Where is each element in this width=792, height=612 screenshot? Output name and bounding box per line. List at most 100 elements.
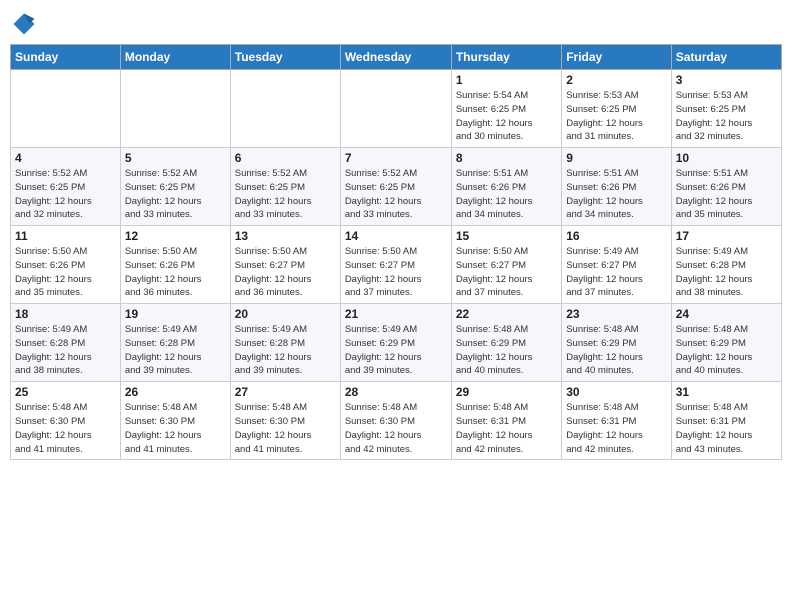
- calendar-week-row: 18 Sunrise: 5:49 AM Sunset: 6:28 PM Dayli…: [11, 304, 782, 382]
- day-number: 1: [456, 73, 557, 87]
- day-of-week-header: Wednesday: [340, 45, 451, 70]
- calendar-cell: 24 Sunrise: 5:48 AM Sunset: 6:29 PM Dayli…: [671, 304, 781, 382]
- calendar-cell: 18 Sunrise: 5:49 AM Sunset: 6:28 PM Dayli…: [11, 304, 121, 382]
- calendar-cell: 16 Sunrise: 5:49 AM Sunset: 6:27 PM Dayli…: [562, 226, 671, 304]
- day-info: Sunrise: 5:49 AM Sunset: 6:27 PM Dayligh…: [566, 245, 666, 300]
- day-number: 22: [456, 307, 557, 321]
- calendar-week-row: 1 Sunrise: 5:54 AM Sunset: 6:25 PM Daylig…: [11, 70, 782, 148]
- day-number: 25: [15, 385, 116, 399]
- day-number: 6: [235, 151, 336, 165]
- day-number: 26: [125, 385, 226, 399]
- calendar-header-row: SundayMondayTuesdayWednesdayThursdayFrid…: [11, 45, 782, 70]
- day-number: 9: [566, 151, 666, 165]
- day-number: 23: [566, 307, 666, 321]
- day-number: 8: [456, 151, 557, 165]
- day-info: Sunrise: 5:49 AM Sunset: 6:28 PM Dayligh…: [15, 323, 116, 378]
- calendar-week-row: 11Sunrise: 5:50 AM Sunset: 6:26 PM Dayli…: [11, 226, 782, 304]
- day-number: 24: [676, 307, 777, 321]
- calendar-cell: 1 Sunrise: 5:54 AM Sunset: 6:25 PM Daylig…: [451, 70, 561, 148]
- calendar-cell: 9 Sunrise: 5:51 AM Sunset: 6:26 PM Daylig…: [562, 148, 671, 226]
- calendar-cell: 8Sunrise: 5:51 AM Sunset: 6:26 PM Daylig…: [451, 148, 561, 226]
- day-info: Sunrise: 5:50 AM Sunset: 6:26 PM Dayligh…: [125, 245, 226, 300]
- day-number: 29: [456, 385, 557, 399]
- calendar-cell: 29Sunrise: 5:48 AM Sunset: 6:31 PM Dayli…: [451, 382, 561, 460]
- calendar-week-row: 4 Sunrise: 5:52 AM Sunset: 6:25 PM Daylig…: [11, 148, 782, 226]
- day-number: 12: [125, 229, 226, 243]
- logo-icon: [10, 10, 38, 38]
- day-info: Sunrise: 5:49 AM Sunset: 6:29 PM Dayligh…: [345, 323, 447, 378]
- day-info: Sunrise: 5:48 AM Sunset: 6:31 PM Dayligh…: [566, 401, 666, 456]
- calendar-cell: 3 Sunrise: 5:53 AM Sunset: 6:25 PM Daylig…: [671, 70, 781, 148]
- day-number: 10: [676, 151, 777, 165]
- calendar-cell: 28 Sunrise: 5:48 AM Sunset: 6:30 PM Dayli…: [340, 382, 451, 460]
- day-of-week-header: Monday: [120, 45, 230, 70]
- day-info: Sunrise: 5:48 AM Sunset: 6:29 PM Dayligh…: [456, 323, 557, 378]
- day-number: 7: [345, 151, 447, 165]
- calendar-cell: [11, 70, 121, 148]
- calendar-cell: 25Sunrise: 5:48 AM Sunset: 6:30 PM Dayli…: [11, 382, 121, 460]
- calendar-table: SundayMondayTuesdayWednesdayThursdayFrid…: [10, 44, 782, 460]
- day-number: 3: [676, 73, 777, 87]
- day-info: Sunrise: 5:49 AM Sunset: 6:28 PM Dayligh…: [676, 245, 777, 300]
- day-number: 16: [566, 229, 666, 243]
- calendar-cell: 5Sunrise: 5:52 AM Sunset: 6:25 PM Daylig…: [120, 148, 230, 226]
- day-info: Sunrise: 5:52 AM Sunset: 6:25 PM Dayligh…: [15, 167, 116, 222]
- day-number: 30: [566, 385, 666, 399]
- day-of-week-header: Thursday: [451, 45, 561, 70]
- day-number: 19: [125, 307, 226, 321]
- day-info: Sunrise: 5:48 AM Sunset: 6:30 PM Dayligh…: [125, 401, 226, 456]
- day-number: 31: [676, 385, 777, 399]
- day-of-week-header: Saturday: [671, 45, 781, 70]
- calendar-cell: 27 Sunrise: 5:48 AM Sunset: 6:30 PM Dayli…: [230, 382, 340, 460]
- calendar-cell: [120, 70, 230, 148]
- logo: [10, 10, 42, 38]
- day-info: Sunrise: 5:50 AM Sunset: 6:27 PM Dayligh…: [345, 245, 447, 300]
- day-number: 21: [345, 307, 447, 321]
- day-info: Sunrise: 5:50 AM Sunset: 6:27 PM Dayligh…: [235, 245, 336, 300]
- day-info: Sunrise: 5:48 AM Sunset: 6:29 PM Dayligh…: [676, 323, 777, 378]
- day-of-week-header: Sunday: [11, 45, 121, 70]
- calendar-cell: 11Sunrise: 5:50 AM Sunset: 6:26 PM Dayli…: [11, 226, 121, 304]
- calendar-cell: 14 Sunrise: 5:50 AM Sunset: 6:27 PM Dayli…: [340, 226, 451, 304]
- calendar-cell: 30 Sunrise: 5:48 AM Sunset: 6:31 PM Dayli…: [562, 382, 671, 460]
- day-number: 17: [676, 229, 777, 243]
- day-number: 18: [15, 307, 116, 321]
- calendar-cell: [340, 70, 451, 148]
- day-number: 15: [456, 229, 557, 243]
- calendar-cell: 23 Sunrise: 5:48 AM Sunset: 6:29 PM Dayli…: [562, 304, 671, 382]
- page-header: [10, 10, 782, 38]
- calendar-cell: 17 Sunrise: 5:49 AM Sunset: 6:28 PM Dayli…: [671, 226, 781, 304]
- day-number: 27: [235, 385, 336, 399]
- calendar-cell: 21 Sunrise: 5:49 AM Sunset: 6:29 PM Dayli…: [340, 304, 451, 382]
- day-info: Sunrise: 5:54 AM Sunset: 6:25 PM Dayligh…: [456, 89, 557, 144]
- day-of-week-header: Tuesday: [230, 45, 340, 70]
- calendar-cell: [230, 70, 340, 148]
- calendar-cell: 7 Sunrise: 5:52 AM Sunset: 6:25 PM Daylig…: [340, 148, 451, 226]
- day-info: Sunrise: 5:49 AM Sunset: 6:28 PM Dayligh…: [235, 323, 336, 378]
- day-info: Sunrise: 5:52 AM Sunset: 6:25 PM Dayligh…: [345, 167, 447, 222]
- calendar-cell: 19Sunrise: 5:49 AM Sunset: 6:28 PM Dayli…: [120, 304, 230, 382]
- day-info: Sunrise: 5:51 AM Sunset: 6:26 PM Dayligh…: [676, 167, 777, 222]
- day-info: Sunrise: 5:53 AM Sunset: 6:25 PM Dayligh…: [676, 89, 777, 144]
- calendar-cell: 26 Sunrise: 5:48 AM Sunset: 6:30 PM Dayli…: [120, 382, 230, 460]
- calendar-cell: 13 Sunrise: 5:50 AM Sunset: 6:27 PM Dayli…: [230, 226, 340, 304]
- day-number: 13: [235, 229, 336, 243]
- day-info: Sunrise: 5:52 AM Sunset: 6:25 PM Dayligh…: [125, 167, 226, 222]
- calendar-cell: 12 Sunrise: 5:50 AM Sunset: 6:26 PM Dayli…: [120, 226, 230, 304]
- day-info: Sunrise: 5:50 AM Sunset: 6:26 PM Dayligh…: [15, 245, 116, 300]
- day-info: Sunrise: 5:48 AM Sunset: 6:29 PM Dayligh…: [566, 323, 666, 378]
- calendar-week-row: 25 Sunrise: 5:48 AM Sunset: 6:30 PM Dayli…: [11, 382, 782, 460]
- day-info: Sunrise: 5:48 AM Sunset: 6:30 PM Dayligh…: [345, 401, 447, 456]
- calendar-cell: 6Sunrise: 5:52 AM Sunset: 6:25 PM Daylig…: [230, 148, 340, 226]
- day-number: 20: [235, 307, 336, 321]
- day-number: 28: [345, 385, 447, 399]
- day-number: 4: [15, 151, 116, 165]
- day-info: Sunrise: 5:48 AM Sunset: 6:30 PM Dayligh…: [235, 401, 336, 456]
- day-number: 2: [566, 73, 666, 87]
- calendar-cell: 22 Sunrise: 5:48 AM Sunset: 6:29 PM Dayli…: [451, 304, 561, 382]
- day-number: 14: [345, 229, 447, 243]
- day-info: Sunrise: 5:48 AM Sunset: 6:31 PM Dayligh…: [676, 401, 777, 456]
- calendar-cell: 15Sunrise: 5:50 AM Sunset: 6:27 PM Dayli…: [451, 226, 561, 304]
- calendar-cell: 31 Sunrise: 5:48 AM Sunset: 6:31 PM Dayli…: [671, 382, 781, 460]
- day-info: Sunrise: 5:51 AM Sunset: 6:26 PM Dayligh…: [566, 167, 666, 222]
